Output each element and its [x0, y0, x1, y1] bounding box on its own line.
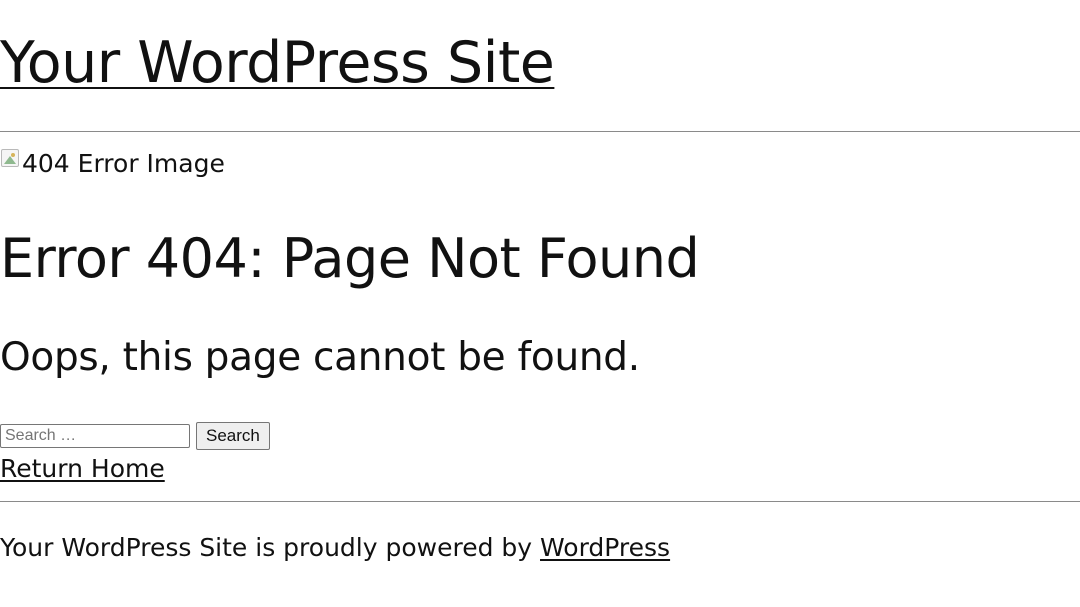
wordpress-link[interactable]: WordPress — [540, 533, 670, 562]
error-message: Oops, this page cannot be found. — [0, 335, 640, 380]
search-input[interactable] — [0, 424, 190, 448]
search-button[interactable]: Search — [196, 422, 270, 450]
search-form: Search — [0, 422, 270, 450]
footer-credit-text: Your WordPress Site is proudly powered b… — [0, 533, 541, 562]
page: Your WordPress Site 404 Error Image Erro… — [0, 0, 1080, 607]
header-divider — [0, 131, 1080, 132]
error-image-alt-text: 404 Error Image — [22, 149, 225, 178]
return-home-link[interactable]: Return Home — [0, 452, 165, 486]
footer-divider — [0, 501, 1080, 502]
broken-image-icon — [0, 148, 20, 168]
error-image: 404 Error Image — [0, 147, 225, 181]
error-heading: Error 404: Page Not Found — [0, 227, 700, 290]
site-title-link[interactable]: Your WordPress Site — [0, 28, 555, 98]
footer: Your WordPress Site is proudly powered b… — [0, 531, 670, 565]
